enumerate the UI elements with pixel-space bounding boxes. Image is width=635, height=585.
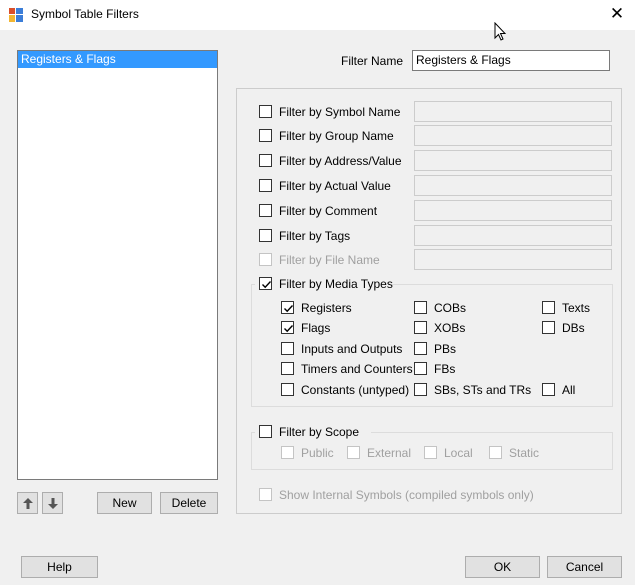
registers-label: Registers bbox=[301, 301, 352, 315]
constants-checkbox[interactable] bbox=[281, 383, 294, 396]
tags-label: Filter by Tags bbox=[279, 229, 351, 243]
scope-checkbox[interactable] bbox=[259, 425, 272, 438]
flags-checkbox[interactable] bbox=[281, 321, 294, 334]
local-label: Local bbox=[444, 446, 473, 460]
tags-input[interactable] bbox=[414, 225, 612, 246]
texts-checkbox[interactable] bbox=[542, 301, 555, 314]
texts-label: Texts bbox=[562, 301, 591, 315]
xobs-checkbox[interactable] bbox=[414, 321, 427, 334]
group-name-label: Filter by Group Name bbox=[279, 129, 394, 143]
xobs-label: XOBs bbox=[434, 321, 466, 335]
comment-checkbox[interactable] bbox=[259, 204, 272, 217]
move-up-button[interactable] bbox=[17, 492, 38, 514]
cobs-label: COBs bbox=[434, 301, 467, 315]
close-icon[interactable]: ✕ bbox=[607, 4, 627, 24]
dbs-label: DBs bbox=[562, 321, 585, 335]
static-checkbox[interactable] bbox=[489, 446, 502, 459]
inputs-outputs-checkbox[interactable] bbox=[281, 342, 294, 355]
ok-button[interactable]: OK bbox=[465, 556, 540, 578]
help-button[interactable]: Help bbox=[21, 556, 98, 578]
pbs-label: PBs bbox=[434, 342, 457, 356]
delete-button[interactable]: Delete bbox=[160, 492, 218, 514]
checkmark-icon bbox=[284, 305, 294, 313]
symbol-name-checkbox[interactable] bbox=[259, 105, 272, 118]
checkmark-icon bbox=[262, 281, 272, 289]
arrow-down-icon bbox=[48, 498, 58, 509]
mouse-cursor-icon bbox=[494, 21, 508, 45]
media-types-label: Filter by Media Types bbox=[279, 277, 393, 291]
cancel-button[interactable]: Cancel bbox=[547, 556, 622, 578]
address-value-checkbox[interactable] bbox=[259, 154, 272, 167]
comment-input[interactable] bbox=[414, 200, 612, 221]
all-label: All bbox=[562, 383, 576, 397]
file-name-label: Filter by File Name bbox=[279, 253, 380, 267]
address-value-input[interactable] bbox=[414, 150, 612, 171]
flags-label: Flags bbox=[301, 321, 331, 335]
all-checkbox[interactable] bbox=[542, 383, 555, 396]
file-name-input[interactable] bbox=[414, 249, 612, 270]
internal-symbols-checkbox[interactable] bbox=[259, 488, 272, 501]
registers-checkbox[interactable] bbox=[281, 301, 294, 314]
symbol-name-label: Filter by Symbol Name bbox=[279, 105, 401, 119]
dbs-checkbox[interactable] bbox=[542, 321, 555, 334]
fbs-checkbox[interactable] bbox=[414, 362, 427, 375]
window-title: Symbol Table Filters bbox=[31, 7, 139, 21]
external-label: External bbox=[367, 446, 412, 460]
app-icon bbox=[9, 8, 23, 22]
timers-counters-label: Timers and Counters bbox=[301, 362, 413, 376]
address-value-label: Filter by Address/Value bbox=[279, 154, 402, 168]
arrow-up-icon bbox=[23, 498, 33, 509]
filter-name-input[interactable]: Registers & Flags bbox=[412, 50, 610, 71]
file-name-checkbox[interactable] bbox=[259, 253, 272, 266]
tags-checkbox[interactable] bbox=[259, 229, 272, 242]
list-item[interactable]: Registers & Flags bbox=[18, 51, 217, 68]
public-label: Public bbox=[301, 446, 334, 460]
constants-label: Constants (untyped) bbox=[301, 383, 410, 397]
checkmark-icon bbox=[284, 325, 294, 333]
external-checkbox[interactable] bbox=[347, 446, 360, 459]
internal-symbols-label: Show Internal Symbols (compiled symbols … bbox=[279, 488, 534, 502]
fbs-label: FBs bbox=[434, 362, 456, 376]
actual-value-checkbox[interactable] bbox=[259, 179, 272, 192]
media-types-checkbox[interactable] bbox=[259, 277, 272, 290]
scope-label: Filter by Scope bbox=[279, 425, 360, 439]
timers-counters-checkbox[interactable] bbox=[281, 362, 294, 375]
pbs-checkbox[interactable] bbox=[414, 342, 427, 355]
title-bar: Symbol Table Filters ✕ bbox=[0, 0, 635, 30]
static-label: Static bbox=[509, 446, 540, 460]
local-checkbox[interactable] bbox=[424, 446, 437, 459]
move-down-button[interactable] bbox=[42, 492, 63, 514]
public-checkbox[interactable] bbox=[281, 446, 294, 459]
symbol-name-input[interactable] bbox=[414, 101, 612, 122]
sbs-label: SBs, STs and TRs bbox=[434, 383, 532, 397]
group-name-checkbox[interactable] bbox=[259, 129, 272, 142]
filter-name-label: Filter Name bbox=[341, 54, 404, 68]
new-button[interactable]: New bbox=[97, 492, 152, 514]
comment-label: Filter by Comment bbox=[279, 204, 378, 218]
filter-list[interactable]: Registers & Flags bbox=[17, 50, 218, 480]
inputs-outputs-label: Inputs and Outputs bbox=[301, 342, 403, 356]
sbs-checkbox[interactable] bbox=[414, 383, 427, 396]
cobs-checkbox[interactable] bbox=[414, 301, 427, 314]
group-name-input[interactable] bbox=[414, 125, 612, 146]
actual-value-label: Filter by Actual Value bbox=[279, 179, 391, 193]
actual-value-input[interactable] bbox=[414, 175, 612, 196]
